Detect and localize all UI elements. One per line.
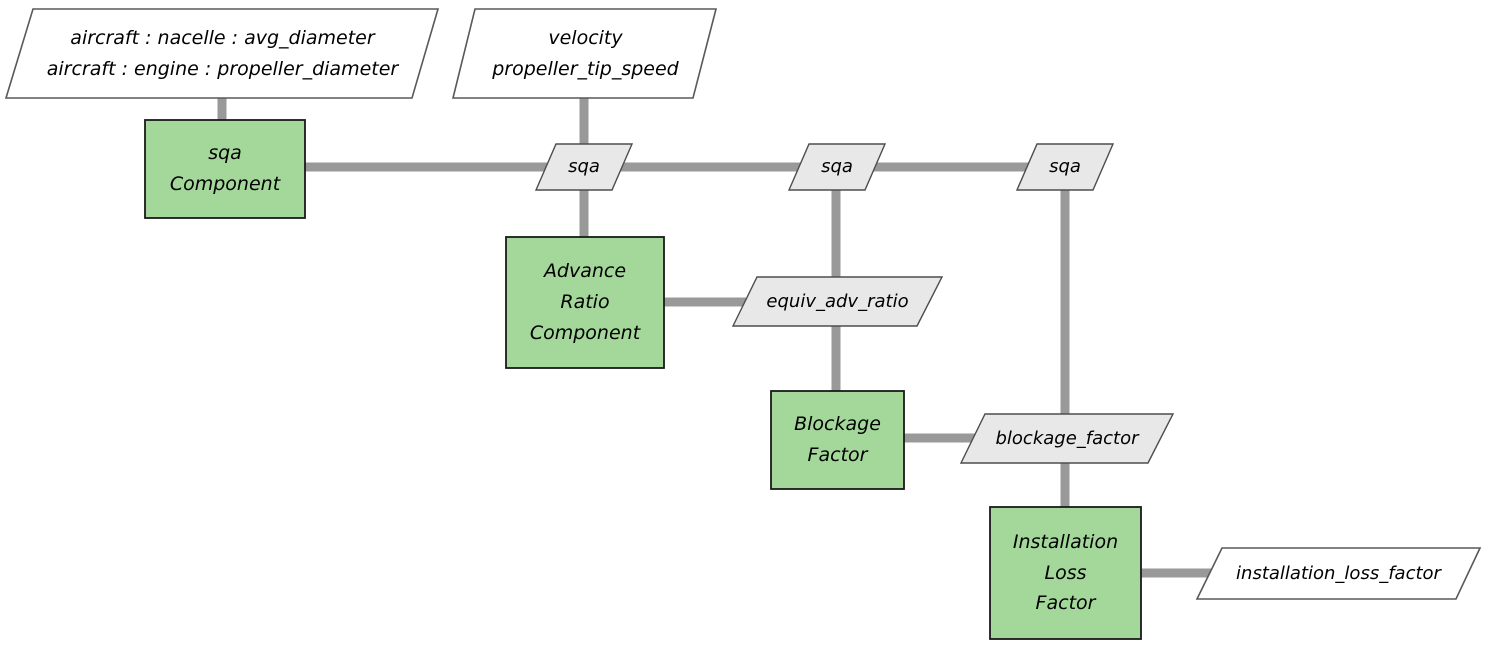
variable-shape <box>959 413 1175 464</box>
input-shape <box>451 8 718 99</box>
variable-node-sqa-3[interactable]: sqa <box>1014 142 1116 192</box>
component-node-installation-loss-factor[interactable]: Installation Loss Factor <box>989 506 1142 640</box>
variable-shape <box>787 143 887 191</box>
variable-shape <box>731 276 944 327</box>
component-shape <box>505 236 665 369</box>
output-shape <box>1195 547 1482 600</box>
input-shape <box>4 8 440 99</box>
component-shape <box>144 119 306 219</box>
variable-shape <box>534 143 634 191</box>
variable-node-equiv-adv-ratio[interactable]: equiv_adv_ratio <box>730 275 945 329</box>
variable-shape <box>1015 143 1115 191</box>
variable-node-blockage-factor[interactable]: blockage_factor <box>958 412 1176 466</box>
input-node-nacelle-propeller-diameter[interactable]: aircraft : nacelle : avg_diameter aircra… <box>0 6 445 102</box>
component-node-sqa[interactable]: sqa Component <box>144 119 306 219</box>
input-node-velocity-tipspeed[interactable]: velocity propeller_tip_speed <box>448 6 723 102</box>
dependency-diagram: aircraft : nacelle : avg_diameter aircra… <box>0 0 1485 650</box>
output-node-installation-loss-factor[interactable]: installation_loss_factor <box>1192 546 1485 602</box>
component-node-advance-ratio[interactable]: Advance Ratio Component <box>505 236 665 369</box>
component-node-blockage-factor[interactable]: Blockage Factor <box>770 390 905 490</box>
component-shape <box>989 506 1142 640</box>
variable-node-sqa-2[interactable]: sqa <box>786 142 888 192</box>
variable-node-sqa-1[interactable]: sqa <box>533 142 635 192</box>
component-shape <box>770 390 905 490</box>
node-layer: aircraft : nacelle : avg_diameter aircra… <box>0 0 1485 650</box>
